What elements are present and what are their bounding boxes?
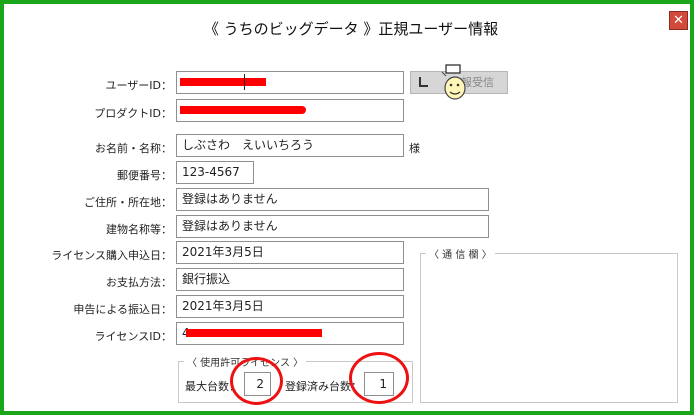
- transfer-date-field[interactable]: 2021年3月5日: [176, 295, 404, 318]
- postal-code-field[interactable]: 123-4567: [176, 161, 254, 184]
- text-cursor: [244, 74, 245, 90]
- highlight-circle: [230, 357, 283, 405]
- close-button[interactable]: ✕: [669, 11, 688, 30]
- address-label: ご住所・所在地：: [84, 196, 172, 209]
- postal-code-label: 郵便番号：: [117, 169, 172, 182]
- license-apply-date-field[interactable]: 2021年3月5日: [176, 241, 404, 264]
- redaction-bar: [186, 329, 322, 337]
- app-window: 《 うちのビッグデータ 》正規ユーザー情報 ✕ ユーザーID： 報受信 プロダク…: [0, 0, 694, 415]
- close-icon: ✕: [673, 13, 684, 28]
- honorific-suffix: 様: [409, 142, 420, 155]
- product-id-label: プロダクトID：: [94, 107, 172, 120]
- payment-method-field[interactable]: 銀行振込: [176, 268, 404, 291]
- redaction-bar: [180, 106, 306, 114]
- payment-method-label: お支払方法：: [106, 276, 172, 289]
- building-field[interactable]: 登録はありません: [176, 215, 489, 238]
- address-field[interactable]: 登録はありません: [176, 188, 489, 211]
- busy-cursor-icon: [441, 64, 466, 100]
- building-label: 建物名称等：: [106, 223, 172, 236]
- window-title: 《 うちのビッグデータ 》正規ユーザー情報: [203, 20, 499, 38]
- license-apply-date-label: ライセンス購入申込日：: [51, 249, 172, 262]
- name-field[interactable]: しぶさわ えいいちろう: [176, 134, 404, 157]
- receive-icon: [419, 77, 428, 87]
- transfer-date-label: 申告による振込日：: [73, 303, 172, 316]
- highlight-circle: [349, 352, 409, 404]
- redaction-bar: [180, 78, 266, 86]
- comm-panel-caption: 〈 通 信 欄 〉: [426, 246, 495, 261]
- name-label: お名前・名称：: [95, 142, 172, 155]
- comm-panel: [420, 253, 678, 403]
- license-id-label: ライセンスID：: [94, 330, 173, 343]
- user-id-label: ユーザーID：: [105, 79, 173, 92]
